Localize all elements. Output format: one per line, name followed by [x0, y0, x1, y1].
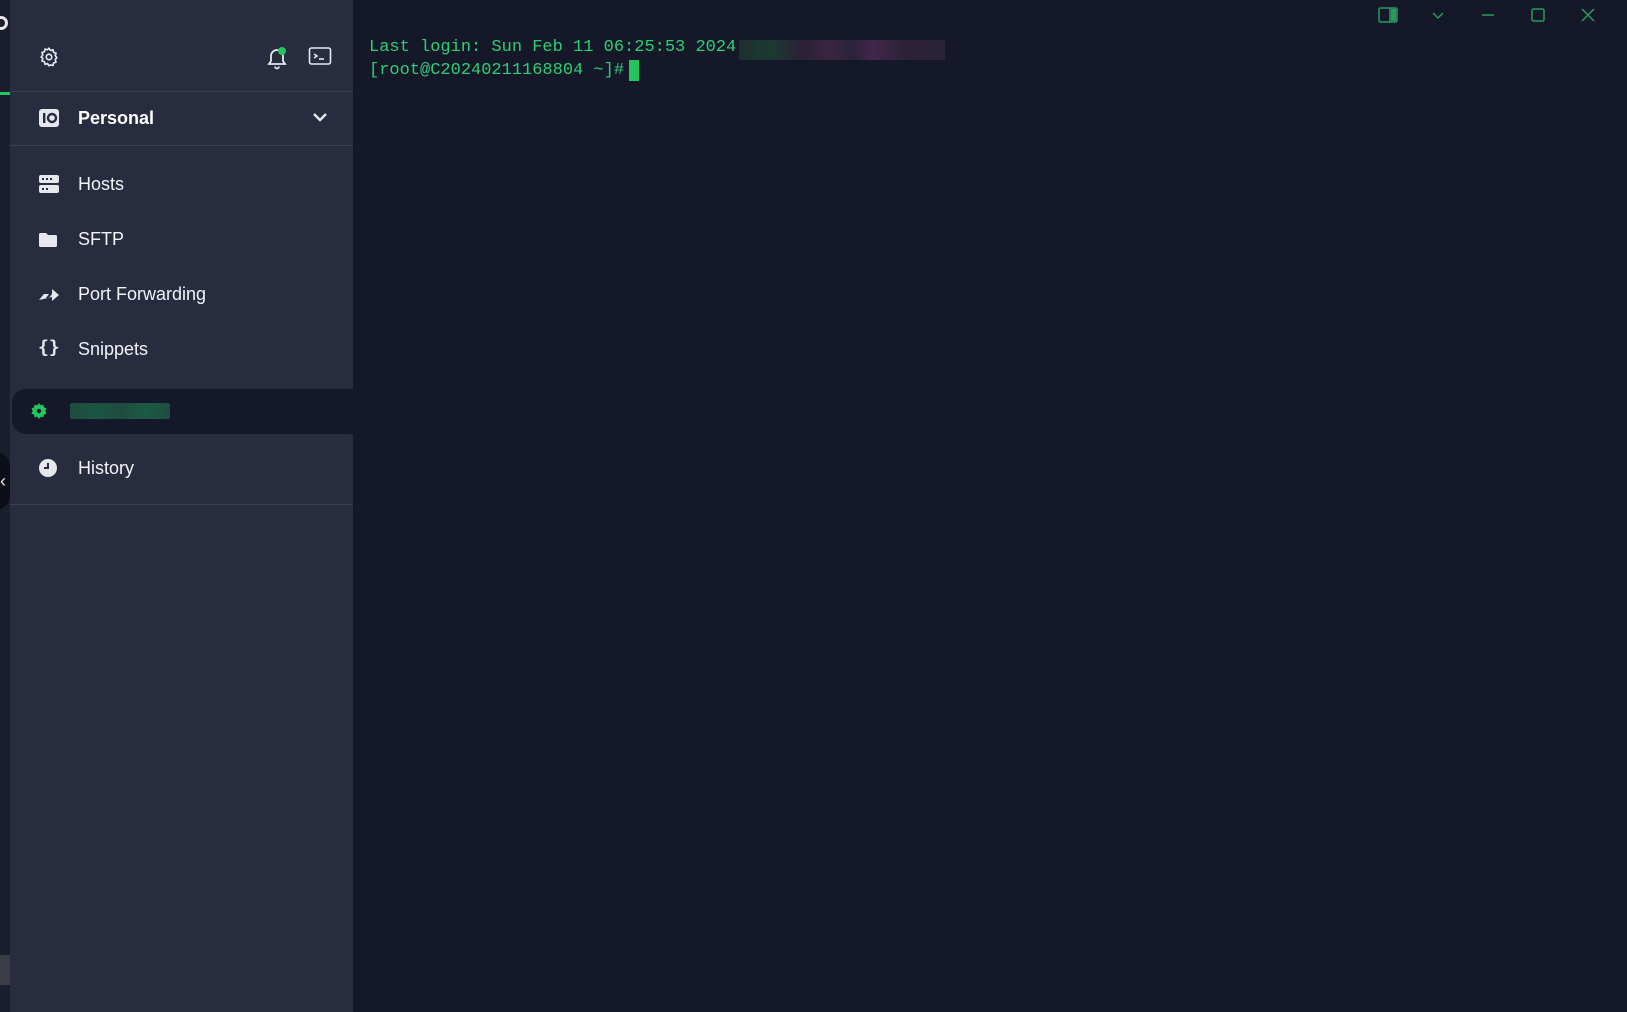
vault-label: Personal	[78, 108, 154, 129]
chevron-down-icon[interactable]	[312, 111, 328, 123]
terminal-cursor	[629, 60, 639, 81]
sidebar-item-port-forwarding[interactable]: Port Forwarding	[10, 270, 353, 320]
terminal-prompt: [root@C20240211168804 ~]#	[369, 61, 624, 80]
close-icon[interactable]	[1577, 4, 1599, 26]
sidebar: Personal Hosts SFTP	[10, 0, 353, 1012]
active-tab-curve-top	[343, 369, 353, 389]
clock-icon	[38, 458, 58, 478]
active-indicator	[0, 92, 10, 95]
sidebar-item-label: SFTP	[78, 229, 124, 250]
sidebar-item-label: History	[78, 458, 134, 479]
sidebar-item-label: Snippets	[78, 339, 148, 360]
vault-icon	[38, 107, 60, 129]
terminal-line-last-login: Last login: Sun Feb 11 06:25:53 2024	[369, 38, 736, 57]
gear-badge-icon	[30, 402, 48, 420]
sidebar-item-sftp[interactable]: SFTP	[10, 215, 353, 265]
app-logo-icon	[0, 16, 8, 30]
chevron-down-icon[interactable]	[1427, 4, 1449, 26]
collapse-sidebar-button[interactable]: ‹	[0, 452, 10, 510]
folder-icon	[38, 232, 58, 248]
edge-scroll-marker	[0, 955, 10, 985]
maximize-icon[interactable]	[1527, 4, 1549, 26]
notifications-bell-icon[interactable]	[266, 46, 288, 70]
redacted-ip-address	[739, 40, 945, 60]
new-terminal-icon[interactable]	[308, 46, 332, 66]
vault-selector[interactable]: Personal	[10, 92, 353, 146]
hosts-icon	[38, 174, 60, 194]
sidebar-item-history[interactable]: History	[10, 444, 353, 494]
sidebar-item-hosts[interactable]: Hosts	[10, 160, 353, 210]
split-view-icon[interactable]	[1377, 4, 1399, 26]
divider	[10, 504, 353, 505]
sidebar-item-label: Port Forwarding	[78, 284, 206, 305]
redacted-label	[70, 403, 170, 419]
sidebar-item-active-redacted[interactable]	[12, 389, 353, 434]
port-forwarding-icon	[38, 286, 60, 304]
terminal-pane[interactable]: Last login: Sun Feb 11 06:25:53 2024 [ro…	[353, 0, 1627, 1012]
minimize-icon[interactable]	[1477, 4, 1499, 26]
sidebar-toolbar	[10, 0, 353, 92]
window-controls	[1367, 0, 1627, 30]
sidebar-item-snippets[interactable]: {} Snippets	[10, 325, 353, 375]
background-window-strip: ‹	[0, 0, 10, 1012]
sidebar-item-label: Hosts	[78, 174, 124, 195]
braces-icon: {}	[38, 337, 60, 358]
settings-gear-icon[interactable]	[38, 46, 60, 68]
